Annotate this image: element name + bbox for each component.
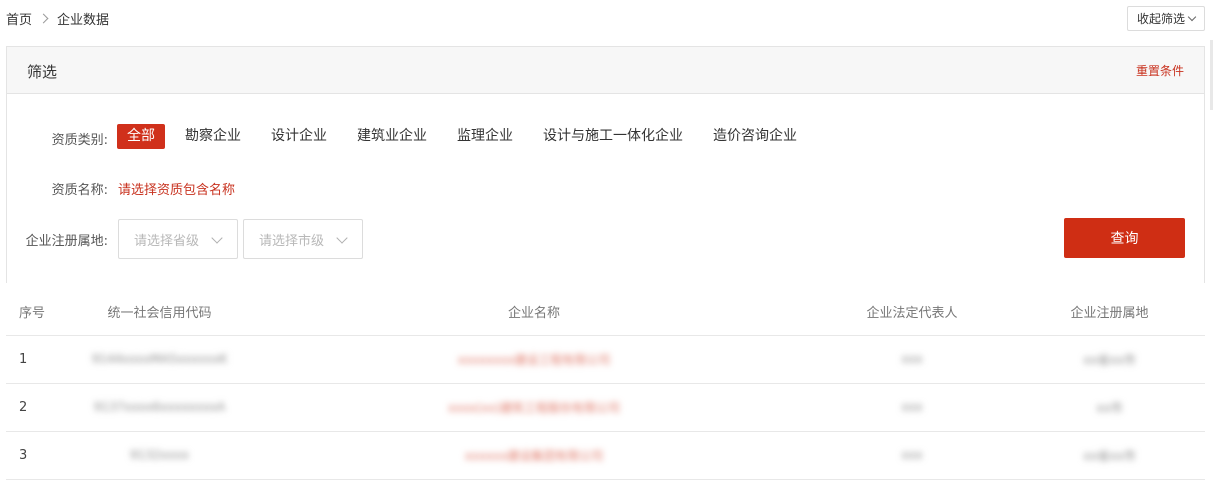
header-credit-code: 统一社会信用代码: [61, 288, 258, 336]
city-select-placeholder: 请选择市级: [259, 233, 325, 249]
table-header-row: 序号 统一社会信用代码 企业名称 企业法定代表人 企业注册属地: [6, 288, 1205, 336]
header-legal-rep: 企业法定代表人: [810, 288, 1014, 336]
qual-type-construction[interactable]: 建筑业企业: [347, 124, 437, 149]
cell-location: xx省xx市: [1014, 335, 1205, 384]
breadcrumb-home[interactable]: 首页: [6, 9, 32, 28]
collapse-filter-label: 收起筛选: [1136, 12, 1185, 26]
filter-header: 筛选 重置条件: [7, 47, 1204, 94]
location-label: 企业注册属地:: [25, 234, 108, 249]
legal-rep-text: xxx: [901, 448, 923, 462]
query-button[interactable]: 查询: [1064, 218, 1185, 258]
chevron-down-icon: [211, 232, 223, 244]
cell-company-name[interactable]: xxxxxxxx建设工程有限公司: [258, 335, 810, 384]
company-table: 序号 统一社会信用代码 企业名称 企业法定代表人 企业注册属地 1 9144xx…: [6, 288, 1205, 480]
cell-company-name[interactable]: xxxxxx建设集团有限公司: [258, 431, 810, 480]
header-index: 序号: [6, 288, 61, 336]
breadcrumb: 首页 企业数据: [6, 9, 109, 28]
cell-credit-code: 9137xxxx6xxxxxxxxA: [61, 383, 258, 432]
cell-index: 1: [6, 335, 61, 384]
cell-location: xx省xx市: [1014, 431, 1205, 480]
table-row[interactable]: 3 9132xxxx xxxxxx建设集团有限公司 xxx xx省xx市: [6, 431, 1205, 480]
city-select[interactable]: 请选择市级: [243, 219, 363, 259]
credit-code-text: 9137xxxx6xxxxxxxxA: [93, 400, 226, 414]
chevron-right-icon: [38, 13, 49, 24]
legal-rep-text: xxx: [901, 400, 923, 414]
chevron-down-icon: [336, 232, 348, 244]
table-row[interactable]: 2 9137xxxx6xxxxxxxxA xxxx(xx)建筑工程股份有限公司 …: [6, 383, 1205, 432]
qualification-name-label: 资质名称:: [51, 183, 108, 198]
location-text: xx市: [1096, 401, 1123, 415]
cell-credit-code: 9132xxxx: [61, 431, 258, 480]
cell-index: 3: [6, 431, 61, 480]
filter-title: 筛选: [27, 63, 58, 81]
location-text: xx省xx市: [1083, 353, 1136, 367]
credit-code-text: 9132xxxx: [130, 448, 189, 462]
credit-code-text: 9144xxxxMA5xxxxxxK: [91, 352, 228, 366]
reset-filters-link[interactable]: 重置条件: [1136, 62, 1184, 79]
qual-type-design-build[interactable]: 设计与施工一体化企业: [533, 124, 693, 149]
location-text: xx省xx市: [1083, 449, 1136, 463]
qualification-name-select[interactable]: 请选择资质包含名称: [118, 179, 235, 198]
table-row[interactable]: 1 9144xxxxMA5xxxxxxK xxxxxxxx建设工程有限公司 xx…: [6, 335, 1205, 384]
cell-index: 2: [6, 383, 61, 432]
qualification-type-label: 资质类别:: [51, 133, 108, 148]
top-bar: 首页 企业数据 收起筛选: [0, 0, 1213, 38]
cell-location: xx市: [1014, 383, 1205, 432]
header-company-name: 企业名称: [258, 288, 810, 336]
chevron-down-icon: [1187, 12, 1197, 21]
qual-type-cost-consulting[interactable]: 造价咨询企业: [703, 124, 807, 149]
breadcrumb-current: 企业数据: [57, 13, 110, 28]
company-name-link[interactable]: xxxxxxxx建设工程有限公司: [458, 351, 611, 368]
cell-credit-code: 9144xxxxMA5xxxxxxK: [61, 335, 258, 384]
qual-type-design[interactable]: 设计企业: [261, 124, 337, 149]
qual-type-supervision[interactable]: 监理企业: [447, 124, 523, 149]
qual-type-all[interactable]: 全部: [117, 124, 165, 149]
cell-legal-rep: xxx: [810, 431, 1014, 480]
cell-legal-rep: xxx: [810, 383, 1014, 432]
legal-rep-text: xxx: [901, 352, 923, 366]
province-select-placeholder: 请选择省级: [134, 233, 200, 249]
company-name-link[interactable]: xxxxxx建设集团有限公司: [465, 447, 604, 464]
filter-panel: 筛选 重置条件 资质类别: 全部 勘察企业 设计企业 建筑业企业 监理企业 设计…: [6, 46, 1205, 283]
company-name-link[interactable]: xxxx(xx)建筑工程股份有限公司: [448, 399, 620, 416]
qual-type-survey[interactable]: 勘察企业: [175, 124, 251, 149]
collapse-filter-button[interactable]: 收起筛选: [1127, 6, 1205, 31]
header-location: 企业注册属地: [1014, 288, 1205, 336]
qualification-type-tabs: 全部 勘察企业 设计企业 建筑业企业 监理企业 设计与施工一体化企业 造价咨询企…: [117, 124, 817, 149]
cell-legal-rep: xxx: [810, 335, 1014, 384]
province-select[interactable]: 请选择省级: [118, 219, 238, 259]
cell-company-name[interactable]: xxxx(xx)建筑工程股份有限公司: [258, 383, 810, 432]
